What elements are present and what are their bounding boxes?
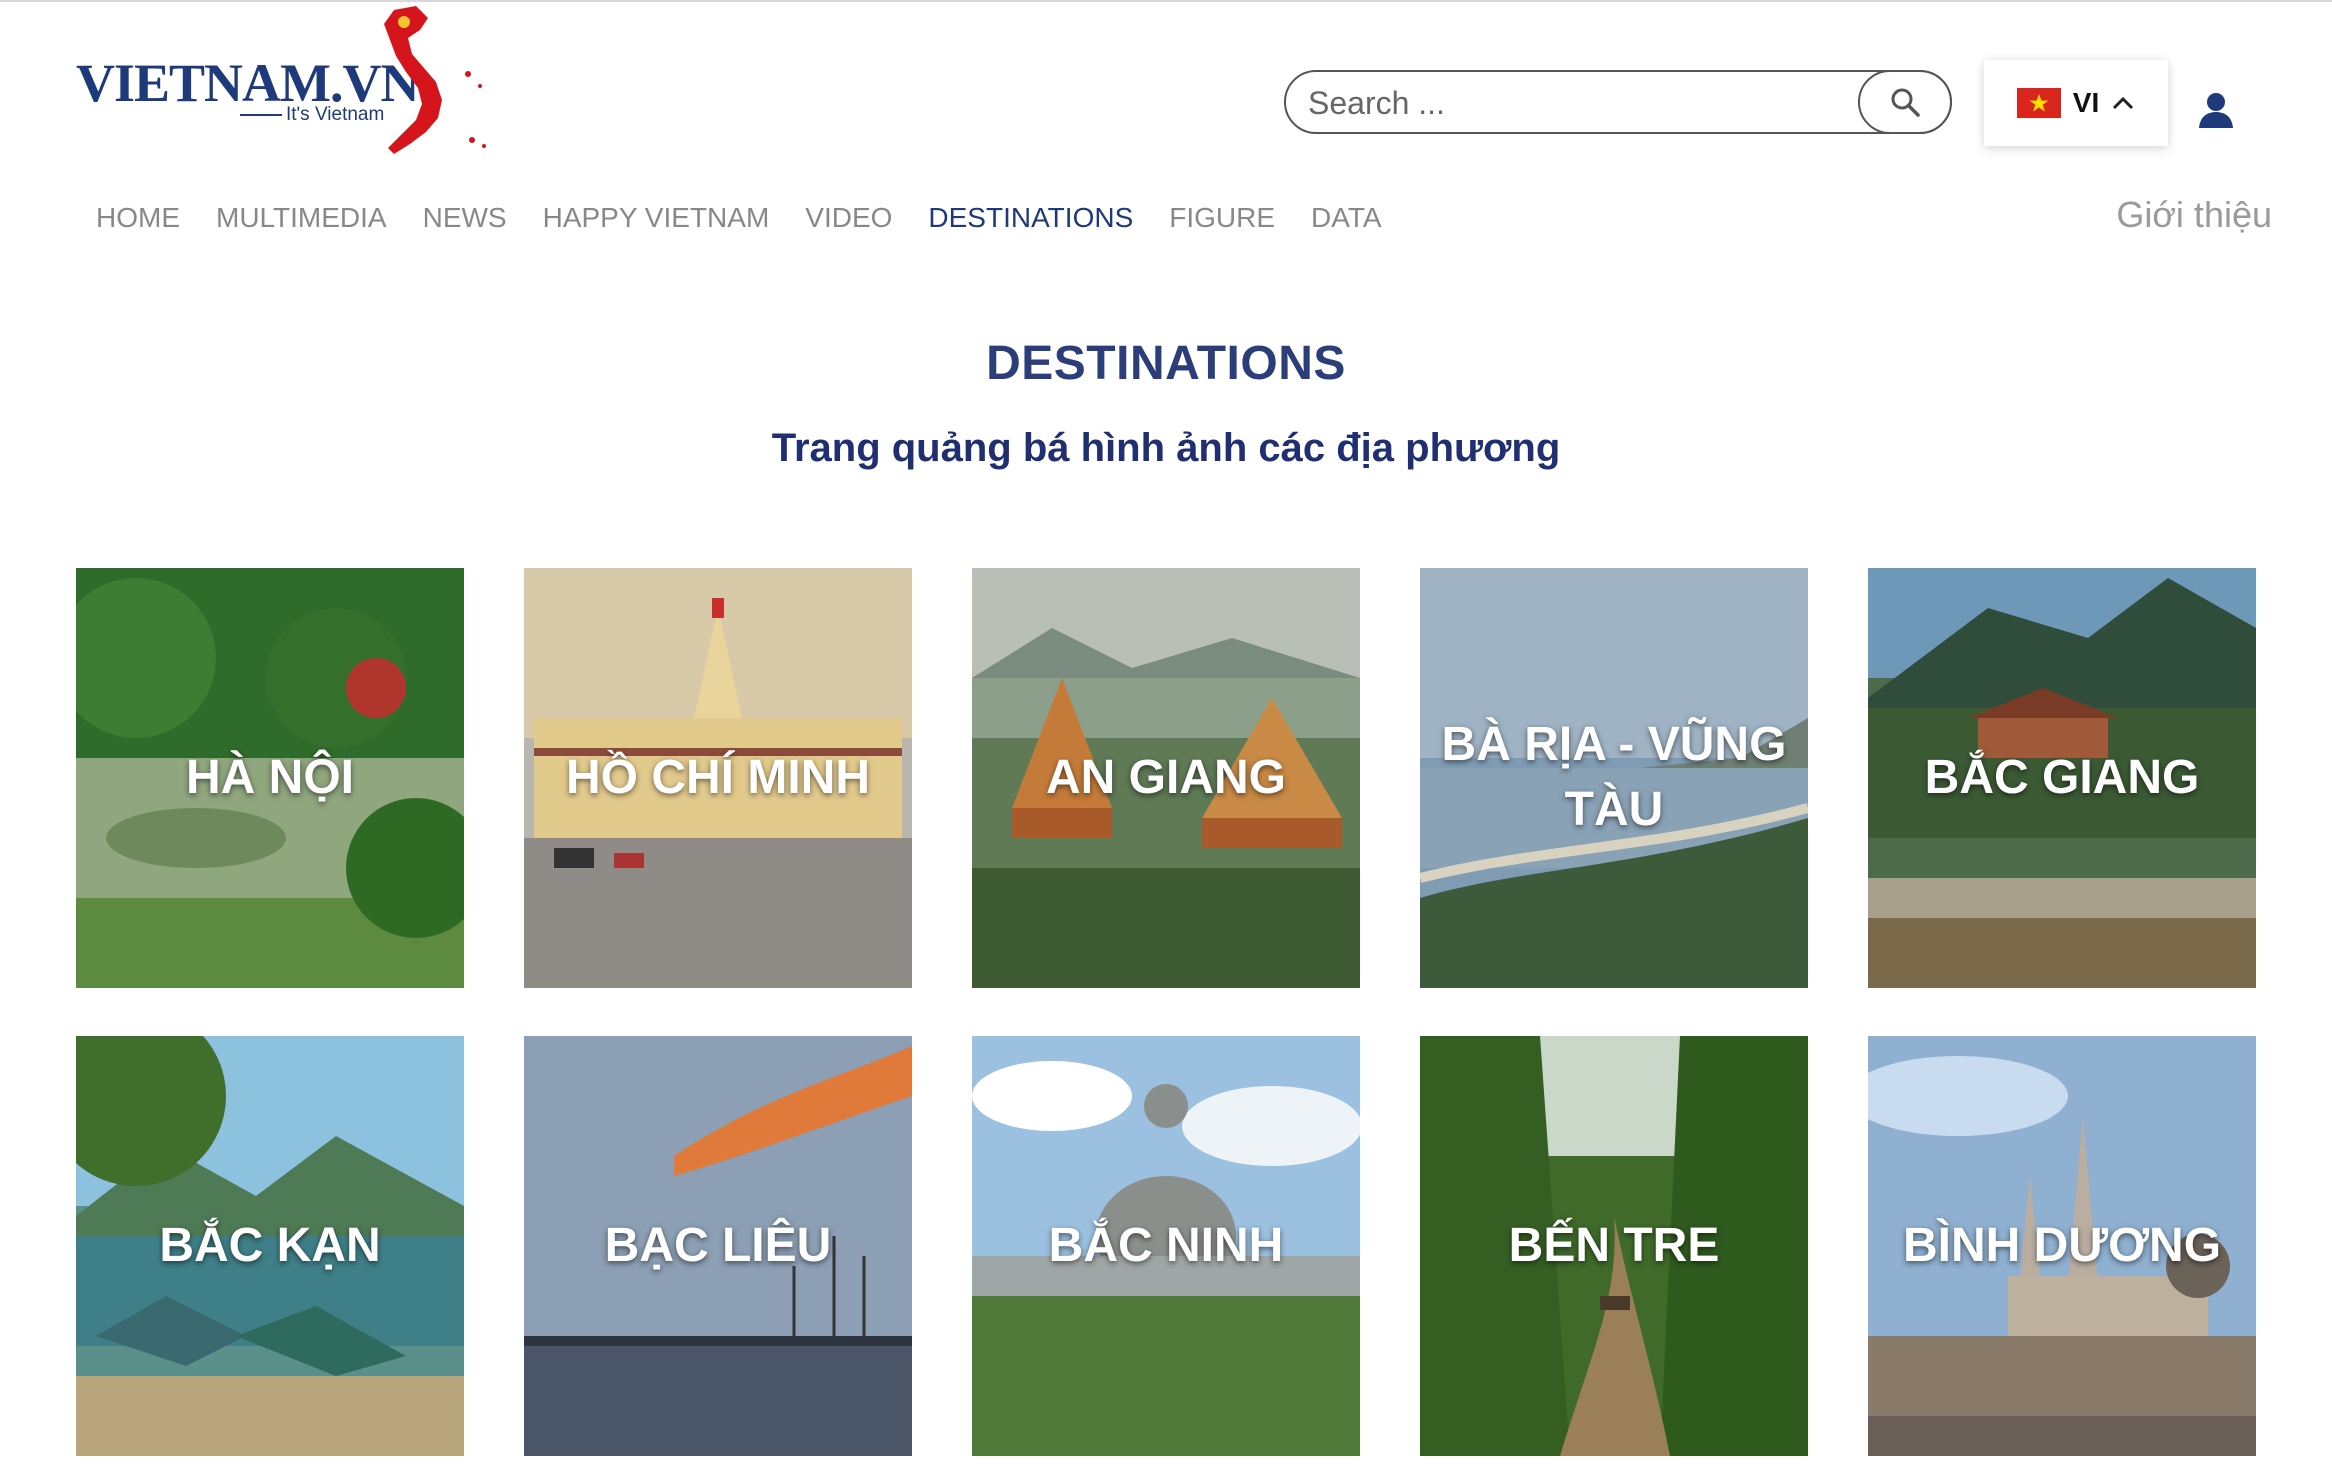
destination-card-ha-noi[interactable]: HÀ NỘI [76,568,464,988]
destination-label: BẾN TRE [1508,1218,1720,1272]
logo-tagline: It's Vietnam [240,104,384,126]
destination-label: AN GIANG [1046,750,1286,804]
destination-label: BẮC NINH [1048,1218,1284,1272]
nav-home[interactable]: HOME [96,202,180,234]
search-button[interactable] [1858,70,1952,134]
vietnam-map-icon [384,6,486,154]
user-account-button[interactable] [2196,90,2236,135]
destination-card-an-giang[interactable]: AN GIANG [972,568,1360,988]
destination-label: BÌNH DƯƠNG [1902,1218,2222,1272]
vietnam-flag-icon [2016,88,2061,118]
nav-figure[interactable]: FIGURE [1169,202,1275,234]
destination-label: BÀ RỊA - VŨNG TÀU [1441,718,1787,836]
main-nav: HOME MULTIMEDIA NEWS HAPPY VIETNAM VIDEO… [96,202,1418,234]
destination-label: HÀ NỘI [186,750,354,804]
top-border [0,0,2332,2]
page-subtitle: Trang quảng bá hình ảnh các địa phương [771,426,1561,470]
destination-card-bac-ninh[interactable]: BẮC NINH [972,1036,1360,1456]
language-code: VI [2072,87,2100,118]
destination-card-bac-kan[interactable]: BẮC KẠN [76,1036,464,1456]
site-logo[interactable]: VIETNAM.VN It's Vietnam [76,4,506,164]
search-icon [1891,88,1920,117]
nav-multimedia[interactable]: MULTIMEDIA [216,202,387,234]
destination-label: BẮC KẠN [159,1218,381,1272]
destination-card-ho-chi-minh[interactable]: HỒ CHÍ MINH [524,568,912,988]
destination-label: HỒ CHÍ MINH [566,750,870,804]
nav-video[interactable]: VIDEO [805,202,892,234]
destination-card-bac-lieu[interactable]: BẠC LIÊU [524,1036,912,1456]
language-selector[interactable]: VI [1984,60,2168,146]
nav-data[interactable]: DATA [1311,202,1382,234]
destination-label: BẮC GIANG [1924,750,2200,804]
nav-news[interactable]: NEWS [423,202,507,234]
destination-card-binh-duong[interactable]: BÌNH DƯƠNG [1868,1036,2256,1456]
user-icon [2199,93,2233,128]
destination-label: BẠC LIÊU [604,1218,832,1272]
destination-card-ben-tre[interactable]: BẾN TRE [1420,1036,1808,1456]
page-title: DESTINATIONS [986,337,1346,390]
destination-card-ba-ria-vung-tau[interactable]: BÀ RỊA - VŨNG TÀU [1420,568,1808,988]
nav-happy-vietnam[interactable]: HAPPY VIETNAM [543,202,770,234]
destination-card-bac-giang[interactable]: BẮC GIANG [1868,568,2256,988]
search-box [1284,70,1952,134]
intro-link[interactable]: Giới thiệu [2116,194,2272,236]
search-input[interactable] [1306,80,1850,126]
chevron-up-icon [2113,96,2134,110]
nav-destinations[interactable]: DESTINATIONS [928,202,1133,234]
